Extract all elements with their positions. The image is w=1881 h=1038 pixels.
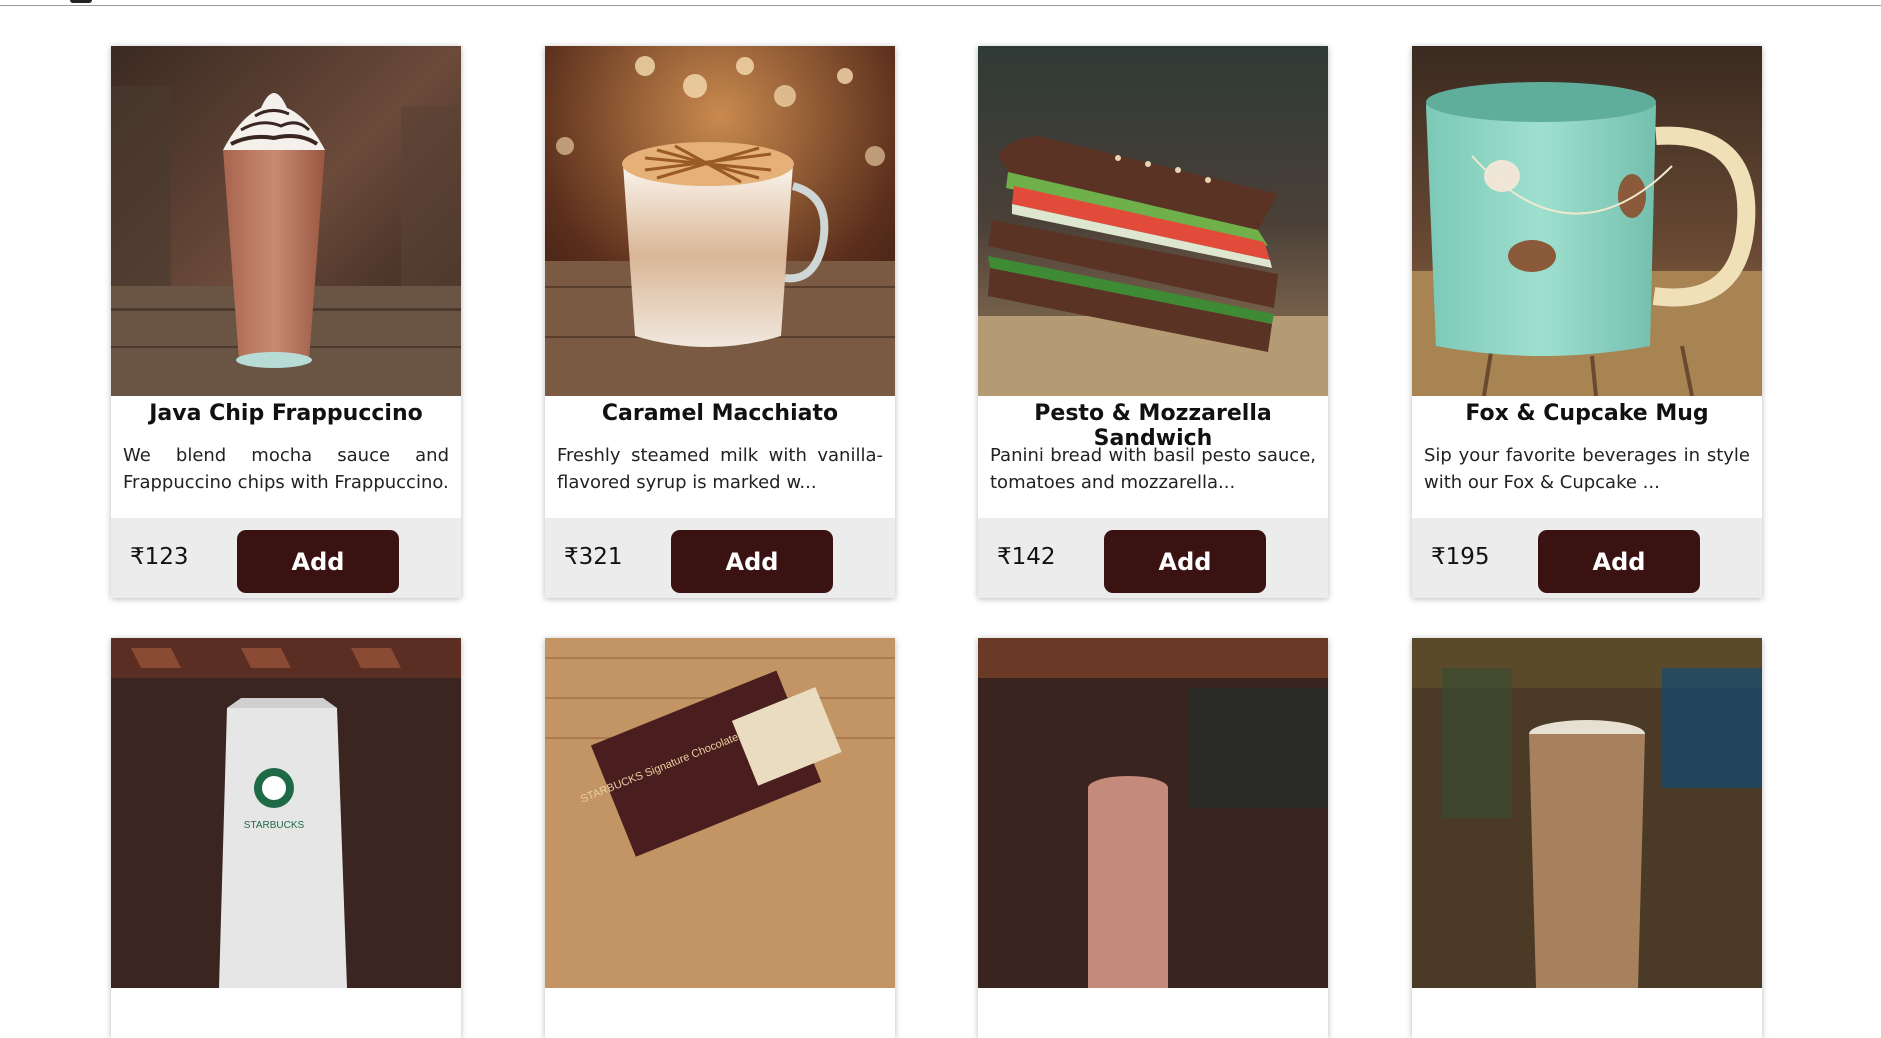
coffee-bag-image: STARBUCKS	[111, 638, 461, 988]
product-price: ₹142	[997, 544, 1056, 570]
product-card: Java Chip Frappuccino We blend mocha sau…	[111, 46, 461, 598]
product-description: Panini bread with basil pesto sauce, tom…	[990, 445, 1316, 493]
cafe-drink-image	[978, 638, 1328, 988]
add-button[interactable]: Add	[1104, 530, 1266, 593]
product-card: Fox & Cupcake Mug Sip your favorite beve…	[1412, 46, 1762, 598]
product-footer: ₹321 Add	[545, 518, 895, 598]
product-card: STARBUCKS Signature Chocolate	[545, 638, 895, 1038]
add-button[interactable]: Add	[671, 530, 833, 593]
add-button[interactable]: Add	[237, 530, 399, 593]
product-description: Sip your favorite beverages in style wit…	[1424, 445, 1750, 493]
product-name: Caramel Macchiato	[601, 401, 839, 426]
add-button[interactable]: Add	[1538, 530, 1700, 593]
product-name: Fox & Cupcake Mug	[1465, 401, 1709, 426]
product-grid: Java Chip Frappuccino We blend mocha sau…	[0, 0, 1881, 1038]
svg-text:STARBUCKS: STARBUCKS	[244, 820, 305, 831]
frappuccino-image	[111, 46, 461, 396]
product-price: ₹123	[130, 544, 189, 570]
product-card	[1412, 638, 1762, 1038]
product-footer: ₹195 Add	[1412, 518, 1762, 598]
macchiato-image	[545, 46, 895, 396]
product-card	[978, 638, 1328, 1038]
product-card: Pesto & Mozzarella Sandwich Panini bread…	[978, 46, 1328, 598]
product-description: We blend mocha sauce and Frappuccino chi…	[123, 445, 449, 493]
chocolate-box-image: STARBUCKS Signature Chocolate	[545, 638, 895, 988]
iced-coffee-image	[1412, 638, 1762, 988]
product-name: Java Chip Frappuccino	[149, 401, 423, 426]
sandwich-image	[978, 46, 1328, 396]
mug-image	[1412, 46, 1762, 396]
product-price: ₹321	[564, 544, 623, 570]
product-card: Caramel Macchiato Freshly steamed milk w…	[545, 46, 895, 598]
product-footer: ₹142 Add	[978, 518, 1328, 598]
product-description: Freshly steamed milk with vanilla-flavor…	[557, 445, 883, 493]
product-footer: ₹123 Add	[111, 518, 461, 598]
product-price: ₹195	[1431, 544, 1490, 570]
product-card: STARBUCKS	[111, 638, 461, 1038]
